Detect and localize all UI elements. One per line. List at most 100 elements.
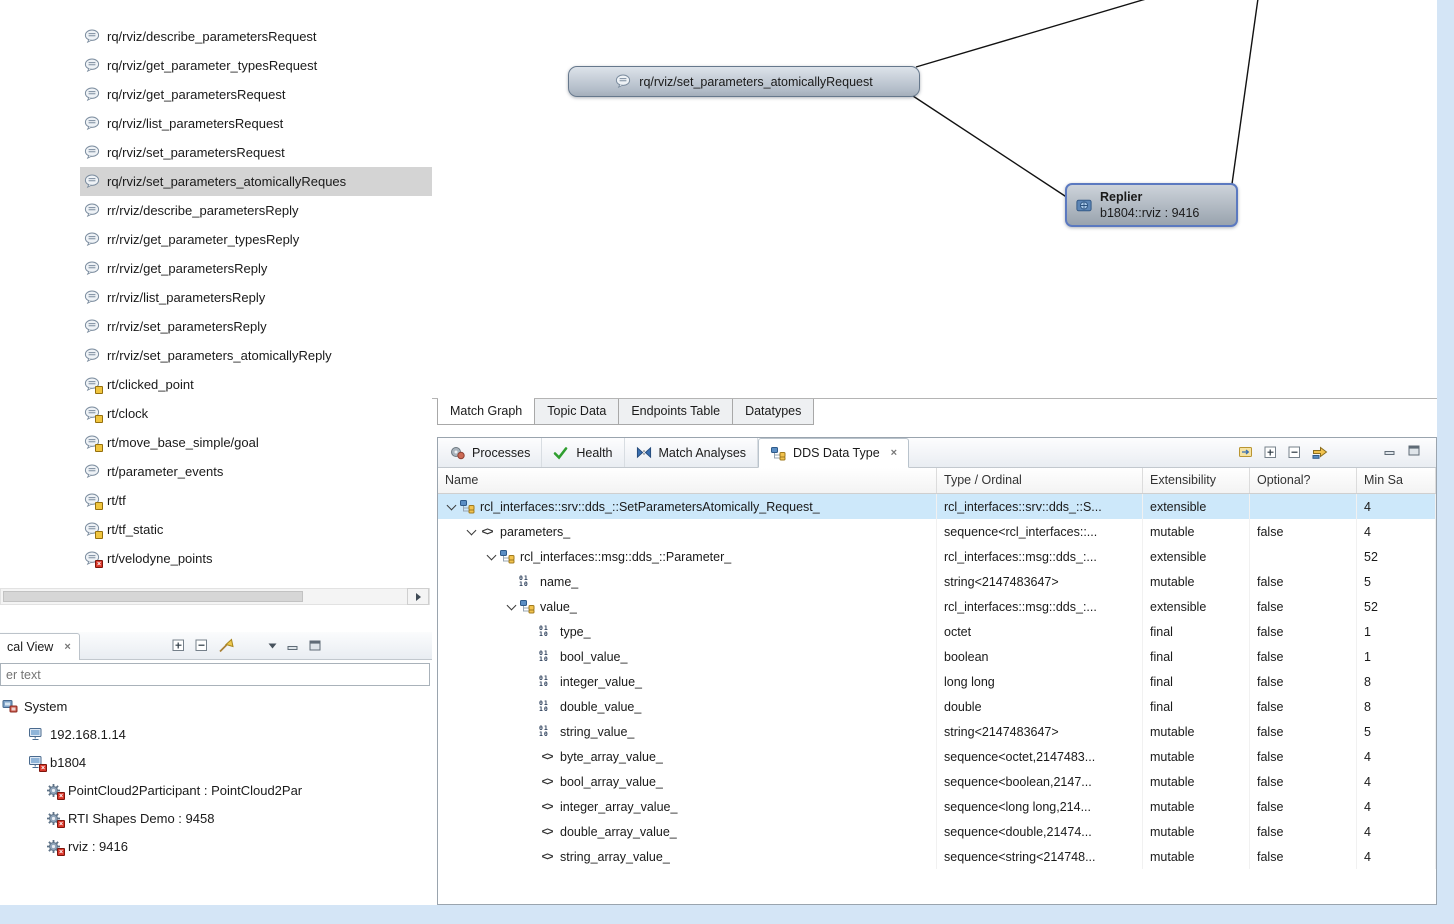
- cell-type: octet: [937, 619, 1143, 644]
- topic-tree-item[interactable]: rq/rviz/get_parametersRequest: [80, 80, 432, 109]
- tab-dds-data-type[interactable]: DDS Data Type ×: [758, 438, 909, 468]
- cell-optional: false: [1250, 644, 1357, 669]
- expand-all-icon[interactable]: [172, 639, 185, 652]
- tab-health[interactable]: Health: [542, 438, 624, 467]
- datatype-icon: [459, 499, 475, 514]
- column-header-name[interactable]: Name: [438, 468, 937, 493]
- close-icon[interactable]: ×: [64, 641, 70, 653]
- cell-optional: false: [1250, 769, 1357, 794]
- close-icon[interactable]: ×: [891, 447, 897, 459]
- cell-min: 5: [1357, 569, 1436, 594]
- topic-label: rr/rviz/describe_parametersReply: [107, 203, 298, 218]
- topic-tree-item[interactable]: rr/rviz/set_parameters_atomicallyReply: [80, 341, 432, 370]
- topic-tree-item[interactable]: rr/rviz/describe_parametersReply: [80, 196, 432, 225]
- maximize-icon[interactable]: [309, 640, 321, 651]
- datatype-row[interactable]: 0110integer_value_ long long final false…: [438, 669, 1436, 694]
- tab-endpoints-table[interactable]: Endpoints Table: [618, 399, 733, 425]
- physical-tree-item[interactable]: ×RTI Shapes Demo : 9458: [0, 804, 432, 832]
- topic-tree-item[interactable]: rt/clock: [80, 399, 432, 428]
- datatype-row[interactable]: <>byte_array_value_ sequence<octet,21474…: [438, 744, 1436, 769]
- topic-tree-item[interactable]: rt/move_base_simple/goal: [80, 428, 432, 457]
- topic-tree-item[interactable]: rq/rviz/list_parametersRequest: [80, 109, 432, 138]
- tab-processes[interactable]: Processes: [438, 438, 542, 467]
- tab-match-graph[interactable]: Match Graph: [437, 399, 535, 425]
- column-header-type[interactable]: Type / Ordinal: [937, 468, 1143, 493]
- scroll-right-button[interactable]: [407, 588, 429, 605]
- expander-icon[interactable]: [467, 525, 477, 535]
- maximize-icon[interactable]: [1408, 445, 1420, 456]
- topic-tree-item[interactable]: rq/rviz/get_parameter_typesRequest: [80, 51, 432, 80]
- collapse-all-icon[interactable]: [1288, 446, 1301, 459]
- graph-node-topic[interactable]: rq/rviz/set_parameters_atomicallyRequest: [568, 66, 920, 97]
- tab-match-analyses[interactable]: Match Analyses: [625, 438, 759, 467]
- topic-label: rq/rviz/describe_parametersRequest: [107, 29, 317, 44]
- topic-tree-item[interactable]: rr/rviz/set_parametersReply: [80, 312, 432, 341]
- datatype-row[interactable]: <>integer_array_value_ sequence<long lon…: [438, 794, 1436, 819]
- datatype-icon: [499, 549, 515, 564]
- link-with-selection-icon[interactable]: [1312, 445, 1328, 459]
- snapshot-icon[interactable]: [1238, 445, 1253, 459]
- topic-tree-item[interactable]: rt/tf: [80, 486, 432, 515]
- cell-type: sequence<boolean,2147...: [937, 769, 1143, 794]
- datatype-row[interactable]: <>bool_array_value_ sequence<boolean,214…: [438, 769, 1436, 794]
- datatype-row[interactable]: <>parameters_ sequence<rcl_interfaces::.…: [438, 519, 1436, 544]
- topic-tree-item[interactable]: rq/rviz/set_parameters_atomicallyReques: [80, 167, 432, 196]
- cell-min: 52: [1357, 594, 1436, 619]
- topic-tree-item[interactable]: rq/rviz/set_parametersRequest: [80, 138, 432, 167]
- cell-min: 4: [1357, 819, 1436, 844]
- topic-tree-hscrollbar[interactable]: [0, 588, 430, 605]
- datatype-row[interactable]: 0110string_value_ string<2147483647> mut…: [438, 719, 1436, 744]
- collapse-all-icon[interactable]: [195, 639, 208, 652]
- datatype-row[interactable]: value_ rcl_interfaces::msg::dds_:... ext…: [438, 594, 1436, 619]
- cell-name: 0110type_: [438, 619, 937, 644]
- datatype-row[interactable]: rcl_interfaces::msg::dds_::Parameter_ rc…: [438, 544, 1436, 569]
- tab-datatypes[interactable]: Datatypes: [732, 399, 814, 425]
- minimize-icon[interactable]: [287, 640, 299, 651]
- datatype-icon: [519, 599, 535, 614]
- expander-icon[interactable]: [487, 550, 497, 560]
- cell-name: <>integer_array_value_: [438, 794, 937, 819]
- view-menu-icon[interactable]: [268, 643, 277, 649]
- topic-tree-item[interactable]: rr/rviz/list_parametersReply: [80, 283, 432, 312]
- filter-input[interactable]: [0, 663, 430, 686]
- scrollbar-thumb[interactable]: [3, 591, 303, 602]
- datatype-row[interactable]: 0110double_value_ double final false 8: [438, 694, 1436, 719]
- minimize-icon[interactable]: [1384, 445, 1396, 456]
- graph-node-replier[interactable]: Replier b1804::rviz : 9416: [1065, 183, 1238, 227]
- physical-tree-item[interactable]: ×rviz : 9416: [0, 832, 432, 860]
- physical-tree-item[interactable]: ×b1804: [0, 748, 432, 776]
- datatype-row[interactable]: <>double_array_value_ sequence<double,21…: [438, 819, 1436, 844]
- datatype-row[interactable]: <>string_array_value_ sequence<string<21…: [438, 844, 1436, 869]
- column-header-optional[interactable]: Optional?: [1250, 468, 1357, 493]
- datatype-row[interactable]: 0110type_ octet final false 1: [438, 619, 1436, 644]
- topic-tree-item[interactable]: rt/parameter_events: [80, 457, 432, 486]
- tab-physical-view[interactable]: cal View ×: [0, 633, 80, 660]
- cell-type: sequence<double,21474...: [937, 819, 1143, 844]
- cell-name: value_: [438, 594, 937, 619]
- view-toolbar: [1238, 445, 1328, 459]
- datatype-row[interactable]: rcl_interfaces::srv::dds_::SetParameters…: [438, 494, 1436, 519]
- clear-broom-icon[interactable]: [218, 638, 234, 653]
- physical-tree-item[interactable]: System: [0, 692, 432, 720]
- system-icon: [2, 699, 18, 714]
- column-header-min-serialized[interactable]: Min Sa: [1357, 468, 1436, 493]
- cell-min: 1: [1357, 644, 1436, 669]
- topic-tree-item[interactable]: ×rt/velodyne_points: [80, 544, 432, 573]
- expander-icon[interactable]: [447, 500, 457, 510]
- ordinal-icon: 0110: [539, 676, 555, 687]
- topic-tree-item[interactable]: rr/rviz/get_parameter_typesReply: [80, 225, 432, 254]
- topic-tree-item[interactable]: rq/rviz/describe_parametersRequest: [80, 22, 432, 51]
- physical-tree-item[interactable]: ×PointCloud2Participant : PointCloud2Par: [0, 776, 432, 804]
- physical-tree-item[interactable]: 192.168.1.14: [0, 720, 432, 748]
- datatype-row[interactable]: 0110name_ string<2147483647> mutable fal…: [438, 569, 1436, 594]
- physical-view-panel: cal View × System192.168.1.14×b1804×Poin…: [0, 632, 432, 905]
- tab-topic-data[interactable]: Topic Data: [534, 399, 619, 425]
- topic-tree-item[interactable]: rt/tf_static: [80, 515, 432, 544]
- expander-icon[interactable]: [507, 600, 517, 610]
- participant-icon: ×: [46, 811, 62, 826]
- datatype-row[interactable]: 0110bool_value_ boolean final false 1: [438, 644, 1436, 669]
- topic-tree-item[interactable]: rt/clicked_point: [80, 370, 432, 399]
- expand-all-icon[interactable]: [1264, 446, 1277, 459]
- column-header-extensibility[interactable]: Extensibility: [1143, 468, 1250, 493]
- topic-tree-item[interactable]: rr/rviz/get_parametersReply: [80, 254, 432, 283]
